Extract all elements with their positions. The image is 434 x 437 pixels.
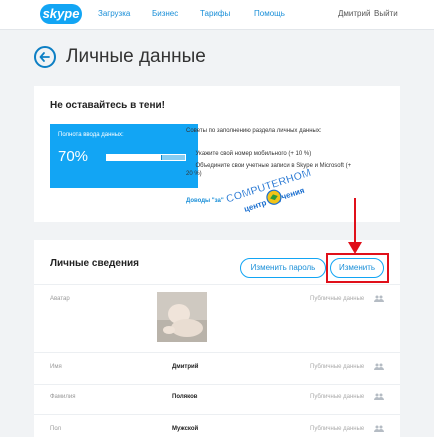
baby-photo	[157, 292, 207, 342]
tips-title: Советы по заполнению раздела личных данн…	[186, 128, 322, 134]
avatar[interactable]	[157, 292, 207, 342]
visibility-label[interactable]: Публичные данные	[310, 394, 364, 400]
people-icon	[374, 295, 384, 302]
tip-text: Укажите свой номер мобильного (+ 10 %)	[195, 151, 312, 157]
nav-pricing[interactable]: Тарифы	[200, 9, 230, 18]
reasons-link[interactable]: Доводы "за"	[186, 198, 224, 204]
change-password-button[interactable]: Изменить пароль	[240, 258, 326, 278]
completion-progress-rest	[161, 155, 185, 160]
section-title: Личные сведения	[50, 258, 139, 269]
back-button[interactable]	[34, 46, 56, 68]
people-icon	[374, 393, 384, 400]
completion-percent: 70%	[58, 148, 89, 165]
watermark-logo: COMPUTERHOM центр обучения	[224, 167, 313, 214]
skype-logo[interactable]: skype	[40, 4, 82, 24]
completion-progress-bar	[106, 154, 186, 161]
plus-icon: +	[186, 163, 190, 169]
divider	[34, 352, 400, 353]
divider	[34, 384, 400, 385]
completion-tile: Полнота ввода данных: 70%	[50, 124, 198, 188]
last-name-value: Поляков	[172, 394, 198, 400]
personal-info-card: Личные сведения Изменить пароль Изменить…	[34, 240, 400, 437]
divider	[34, 284, 400, 285]
page-title: Личные данные	[66, 46, 206, 67]
nav-business[interactable]: Бизнес	[152, 9, 178, 18]
row-label-gender: Пол	[50, 426, 62, 432]
people-icon	[374, 425, 384, 432]
people-icon	[374, 363, 384, 370]
row-label-first-name: Имя	[50, 364, 62, 370]
visibility-label[interactable]: Публичные данные	[310, 364, 364, 370]
completion-label: Полнота ввода данных:	[58, 132, 124, 138]
user-name[interactable]: Дмитрий	[338, 9, 370, 18]
nav-help[interactable]: Помощь	[254, 9, 285, 18]
arrow-left-icon	[39, 52, 50, 62]
annotation-arrow	[348, 198, 362, 254]
completion-heading: Не оставайтесь в тени!	[50, 100, 165, 111]
tip-item: + Укажите свой номер мобильного (+ 10 %)	[186, 150, 356, 158]
completion-progress-fill	[107, 155, 162, 160]
row-label-last-name: Фамилия	[50, 394, 76, 400]
row-label-avatar: Аватар	[50, 296, 70, 302]
plus-icon: +	[186, 151, 190, 157]
first-name-value: Дмитрий	[172, 364, 199, 370]
top-navigation: skype Загрузка Бизнес Тарифы Помощь Дмит…	[0, 0, 434, 30]
divider	[34, 414, 400, 415]
nav-download[interactable]: Загрузка	[98, 9, 130, 18]
gender-value: Мужской	[172, 426, 199, 432]
visibility-label[interactable]: Публичные данные	[310, 426, 364, 432]
visibility-label[interactable]: Публичные данные	[310, 296, 364, 302]
logout-link[interactable]: Выйти	[374, 9, 398, 18]
